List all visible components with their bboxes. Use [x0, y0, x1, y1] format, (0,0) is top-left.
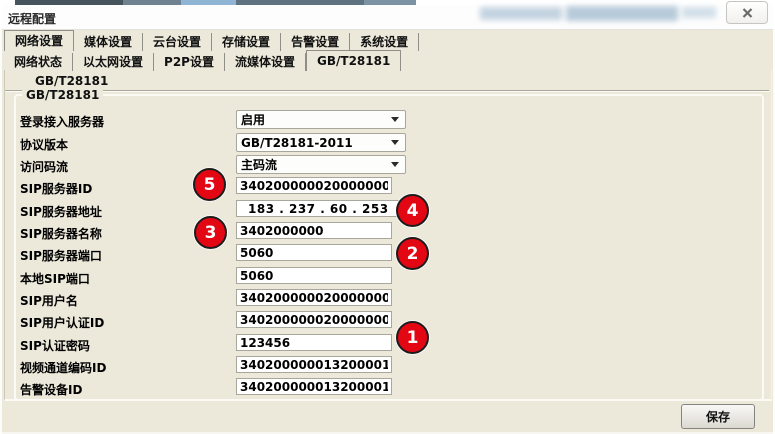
- tab-system-settings[interactable]: 系统设置: [350, 33, 419, 51]
- form-row: SIP用户名: [0, 289, 775, 308]
- form-row: SIP用户认证ID: [0, 311, 775, 330]
- close-button[interactable]: [726, 1, 768, 24]
- tab-storage-settings[interactable]: 存储设置: [212, 33, 281, 51]
- sip-auth-password-input[interactable]: [236, 334, 392, 351]
- tab-media-settings[interactable]: 媒体设置: [74, 33, 143, 51]
- page-section-label: GB/T28181: [35, 74, 108, 88]
- local-sip-port-input[interactable]: [236, 267, 392, 284]
- callout-badge-3: 3: [194, 216, 227, 249]
- form-row: SIP服务器名称: [0, 222, 775, 241]
- primary-tab-bar: 网络设置 媒体设置 云台设置 存储设置 告警设置 系统设置: [4, 30, 419, 51]
- tab-p2p-settings[interactable]: P2P设置: [154, 53, 225, 71]
- remote-config-dialog: 远程配置 网络设置 媒体设置 云台设置 存储设置 告警设置 系统设置 网络状态 …: [0, 0, 775, 434]
- tab-network-settings[interactable]: 网络设置: [4, 30, 74, 51]
- close-icon: [742, 8, 753, 18]
- login-access-server-select[interactable]: 启用: [236, 110, 406, 129]
- section-divider: [5, 90, 769, 91]
- protocol-version-select[interactable]: GB/T28181-2011: [236, 133, 406, 152]
- alarm-device-id-input[interactable]: [236, 378, 392, 395]
- field-label: SIP服务器ID: [20, 180, 92, 197]
- background-smudge: [682, 7, 716, 18]
- form-row: 视频通道编码ID: [0, 356, 775, 375]
- tab-ethernet-settings[interactable]: 以太网设置: [73, 53, 154, 71]
- sip-server-address-input[interactable]: [236, 200, 400, 217]
- secondary-tab-bar: 网络状态 以太网设置 P2P设置 流媒体设置 GB/T28181: [4, 52, 401, 71]
- title-bar: 远程配置: [0, 5, 775, 30]
- field-label: SIP认证密码: [20, 337, 90, 354]
- form-row: SIP认证密码: [0, 334, 775, 353]
- field-label: SIP用户认证ID: [20, 314, 104, 331]
- chevron-down-icon: [391, 117, 399, 122]
- form-row: 访问码流 主码流: [0, 155, 775, 174]
- save-button[interactable]: 保存: [681, 404, 755, 429]
- field-label: SIP服务器地址: [20, 203, 102, 220]
- callout-badge-4: 4: [396, 194, 429, 227]
- form-row: SIP服务器地址: [0, 200, 775, 219]
- field-label: 本地SIP端口: [20, 270, 90, 287]
- tab-streaming-media-settings[interactable]: 流媒体设置: [225, 53, 306, 71]
- sip-username-input[interactable]: [236, 289, 392, 306]
- form-row: 协议版本 GB/T28181-2011: [0, 133, 775, 152]
- sip-server-name-input[interactable]: [236, 222, 392, 239]
- background-smudge: [566, 6, 678, 21]
- selected-value: 主码流: [237, 156, 391, 173]
- callout-badge-5: 5: [193, 168, 226, 201]
- tab-network-status[interactable]: 网络状态: [4, 53, 73, 71]
- window-frame-left: [0, 0, 2, 434]
- field-label: SIP用户名: [20, 292, 78, 309]
- chevron-down-icon: [391, 140, 399, 145]
- callout-badge-1: 1: [396, 321, 429, 354]
- field-label: 登录接入服务器: [20, 113, 104, 130]
- field-label: SIP服务器名称: [20, 225, 102, 242]
- background-smudge: [480, 7, 562, 20]
- selected-value: GB/T28181-2011: [237, 136, 391, 150]
- form-row: 告警设备ID: [0, 378, 775, 397]
- form-row: SIP服务器端口: [0, 244, 775, 263]
- form-row: SIP服务器ID: [0, 177, 775, 196]
- callout-badge-2: 2: [396, 237, 429, 270]
- form-row: 本地SIP端口: [0, 267, 775, 286]
- form-row: 登录接入服务器 启用: [0, 110, 775, 129]
- field-label: 视频通道编码ID: [20, 359, 106, 376]
- access-stream-select[interactable]: 主码流: [236, 155, 406, 174]
- field-label: SIP服务器端口: [20, 247, 102, 264]
- field-label: 告警设备ID: [20, 381, 82, 398]
- tab-ptz-settings[interactable]: 云台设置: [143, 33, 212, 51]
- tab-alarm-settings[interactable]: 告警设置: [281, 33, 350, 51]
- tab-gbt28181[interactable]: GB/T28181: [306, 50, 401, 71]
- sip-server-id-input[interactable]: [236, 177, 392, 194]
- field-label: 访问码流: [20, 158, 68, 175]
- field-label: 协议版本: [20, 136, 68, 153]
- sip-server-port-input[interactable]: [236, 244, 392, 261]
- video-channel-code-id-input[interactable]: [236, 356, 392, 373]
- group-box-label: GB/T28181: [22, 88, 103, 102]
- chevron-down-icon: [391, 162, 399, 167]
- sip-user-auth-id-input[interactable]: [236, 311, 392, 328]
- window-title: 远程配置: [8, 10, 56, 27]
- selected-value: 启用: [237, 111, 391, 128]
